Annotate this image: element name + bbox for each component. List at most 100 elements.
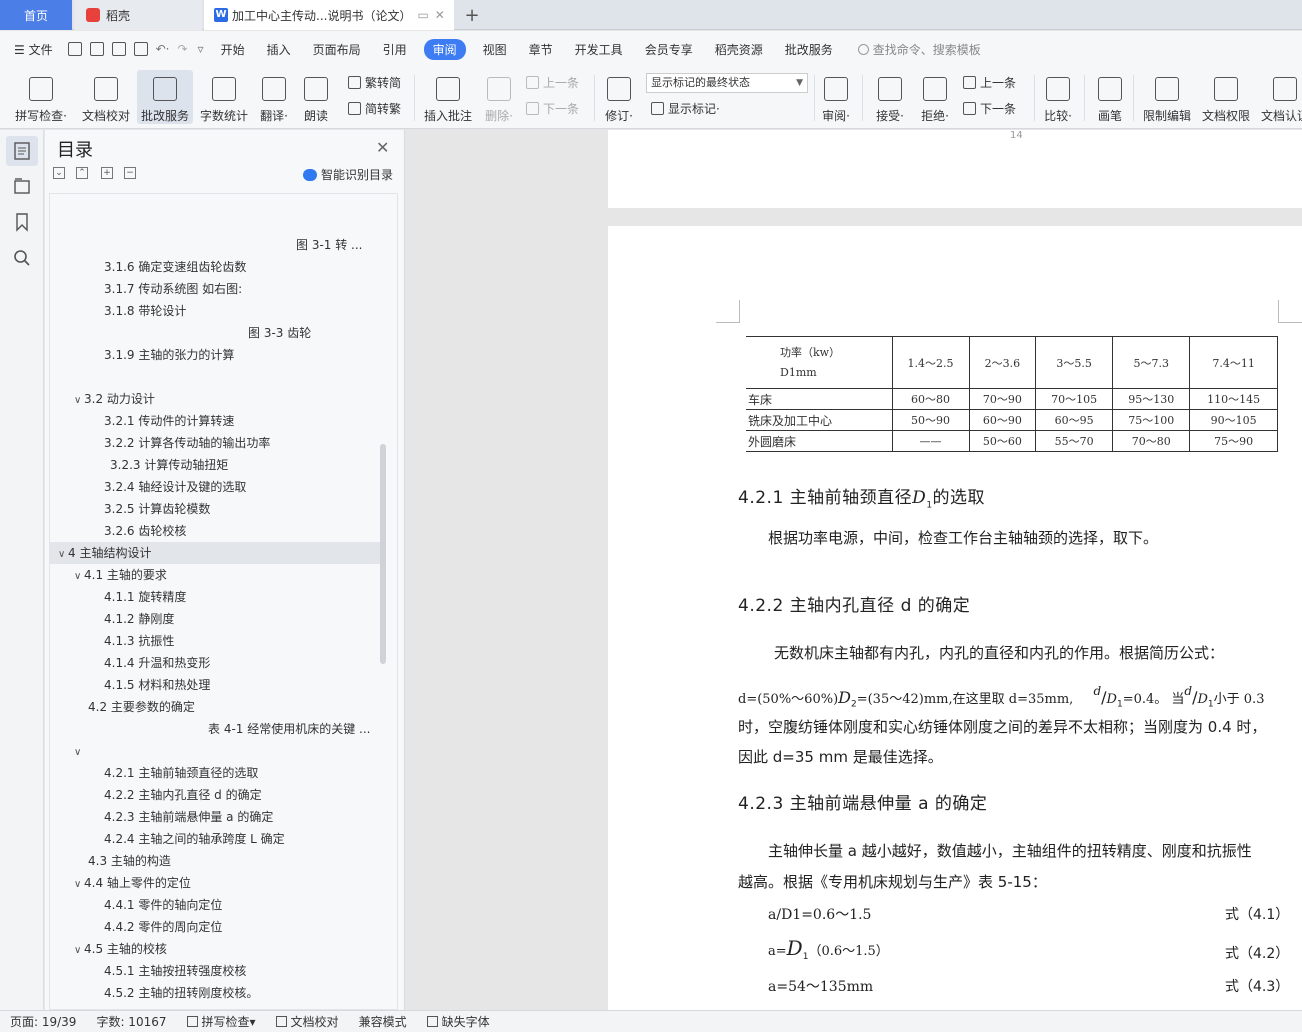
doc-check-status[interactable]: 文档校对: [266, 1013, 349, 1030]
document-canvas[interactable]: 14 功率（kw） D1mm 1.4～2.5 2～3.6 3～5.5 5～7.3 …: [405, 130, 1302, 1010]
toc-item[interactable]: ∨ 4.5 主轴的校核: [50, 938, 380, 960]
new-tab-button[interactable]: +: [458, 0, 486, 30]
command-search[interactable]: 查找命令、搜索模板: [857, 41, 981, 58]
current-page[interactable]: 功率（kw） D1mm 1.4～2.5 2～3.6 3～5.5 5～7.3 7.4…: [608, 226, 1302, 1010]
spell-check-status[interactable]: 拼写检查 ▾: [177, 1013, 266, 1030]
toc-item[interactable]: 4.1.1 旋转精度: [50, 586, 380, 608]
toc-item[interactable]: 4.1.4 升温和热变形: [50, 652, 380, 674]
prev-comment-button[interactable]: 上一条: [526, 74, 579, 91]
toc-item[interactable]: 3.2.3 计算传动轴扭矩: [50, 454, 380, 476]
export-icon[interactable]: [89, 42, 104, 56]
chevron-down-icon[interactable]: ∨: [74, 874, 84, 894]
trad-to-simp-button[interactable]: 繁转简: [348, 74, 401, 91]
preview-icon[interactable]: [133, 42, 148, 56]
toc-item[interactable]: ∨ 3.2 动力设计: [50, 388, 380, 410]
toc-item[interactable]: 3.1.8 带轮设计: [50, 300, 380, 322]
toc-item[interactable]: 4.5.1 主轴按扭转强度校核: [50, 960, 380, 982]
restrict-editing-button[interactable]: 限制编辑: [1141, 70, 1193, 124]
toc-item[interactable]: 4.1.5 材料和热处理: [50, 674, 380, 696]
accept-button[interactable]: 接受·: [872, 70, 908, 124]
track-changes-button[interactable]: 修订·: [601, 70, 637, 124]
page-indicator[interactable]: 页面: 19/39: [0, 1013, 86, 1030]
spell-check-button[interactable]: 拼写检查·: [10, 70, 72, 124]
toc-item[interactable]: 3.2.6 齿轮校核: [50, 520, 380, 542]
search-icon[interactable]: [12, 248, 32, 268]
undo-icon[interactable]: ↶·: [152, 42, 174, 56]
read-aloud-button[interactable]: 朗读: [299, 70, 333, 124]
compare-button[interactable]: 比较·: [1040, 70, 1076, 124]
toc-item[interactable]: 4.4.2 零件的周向定位: [50, 916, 380, 938]
insert-comment-button[interactable]: 插入批注: [423, 70, 473, 124]
menu-item-10[interactable]: 批改服务: [774, 41, 844, 58]
next-comment-button[interactable]: 下一条: [526, 100, 579, 117]
pin-icon[interactable]: ▭: [417, 8, 428, 22]
toc-item[interactable]: ∨: [50, 740, 380, 762]
toc-item[interactable]: ∨ 4.4 轴上零件的定位: [50, 872, 380, 894]
toc-item[interactable]: 表 4-1 经常使用机床的关键 ...: [50, 718, 380, 740]
toc-item[interactable]: 4.5.2 主轴的扭转刚度校核。: [50, 982, 380, 1004]
missing-font[interactable]: 缺失字体: [417, 1013, 500, 1030]
redo-icon[interactable]: ↷: [173, 42, 191, 56]
chapter-nav-icon[interactable]: [12, 176, 32, 196]
toc-item[interactable]: 4.1.3 抗振性: [50, 630, 380, 652]
chevron-down-icon[interactable]: ∨: [74, 742, 84, 762]
save-icon[interactable]: [67, 42, 82, 56]
toc-item[interactable]: 4.1.2 静刚度: [50, 608, 380, 630]
toc-item[interactable]: 3.2.1 传动件的计算转速: [50, 410, 380, 432]
menu-item-8[interactable]: 会员专享: [634, 41, 704, 58]
menu-item-4[interactable]: 审阅: [423, 38, 466, 60]
simp-to-trad-button[interactable]: 简转繁: [348, 100, 401, 117]
toc-icon[interactable]: [12, 141, 32, 161]
chevron-down-icon[interactable]: ∨: [74, 390, 84, 410]
toc-item[interactable]: 3.2.2 计算各传动轴的输出功率: [50, 432, 380, 454]
close-tab-icon[interactable]: ✕: [435, 8, 445, 22]
bookmark-icon[interactable]: [12, 212, 32, 232]
reject-button[interactable]: 拒绝·: [917, 70, 953, 124]
tab-home[interactable]: 首页: [0, 0, 72, 30]
toc-item[interactable]: 4.2.2 主轴内孔直径 d 的确定: [50, 784, 380, 806]
toc-item[interactable]: 4.2.4 主轴之间的轴承跨度 L 确定: [50, 828, 380, 850]
smart-toc-button[interactable]: 智能识别目录: [303, 166, 393, 183]
markup-state-select[interactable]: 显示标记的最终状态 ▼: [646, 73, 808, 93]
toc-scrollbar[interactable]: [380, 444, 386, 664]
delete-comment-button[interactable]: 删除·: [481, 70, 517, 124]
toc-item[interactable]: 4.3 主轴的构造: [50, 850, 380, 872]
menu-item-7[interactable]: 开发工具: [564, 41, 634, 58]
menu-item-1[interactable]: 插入: [256, 41, 302, 58]
menu-file[interactable]: ☰ 文件: [0, 41, 64, 58]
menu-item-0[interactable]: 开始: [210, 41, 256, 58]
toc-item[interactable]: [50, 366, 380, 388]
toc-item[interactable]: 4.4.1 零件的轴向定位: [50, 894, 380, 916]
menu-item-9[interactable]: 稻壳资源: [704, 41, 774, 58]
close-icon[interactable]: ✕: [376, 138, 389, 157]
toc-item[interactable]: 3.2.4 轴经设计及键的选取: [50, 476, 380, 498]
translate-button[interactable]: 翻译·: [256, 70, 292, 124]
toc-item[interactable]: 3.2.5 计算齿轮模数: [50, 498, 380, 520]
menu-item-6[interactable]: 章节: [518, 41, 564, 58]
doc-cert-button[interactable]: 文档认证: [1259, 70, 1302, 124]
menu-item-5[interactable]: 视图: [472, 41, 518, 58]
toc-item[interactable]: 图 3-1 转 ...: [50, 234, 380, 256]
toc-item[interactable]: 3.1.6 确定变速组齿轮齿数: [50, 256, 380, 278]
add-level-icon[interactable]: +: [101, 167, 113, 179]
chevron-down-icon[interactable]: ∨: [74, 566, 84, 586]
toc-item[interactable]: 4.2.3 主轴前端悬伸量 a 的确定: [50, 806, 380, 828]
tab-document[interactable]: W 加工中心主传动...说明书（论文） ▭ ✕: [204, 0, 454, 30]
chevron-down-icon[interactable]: ∨: [58, 544, 68, 564]
expand-down-icon[interactable]: ⌄: [53, 167, 65, 179]
chevron-down-icon[interactable]: ∨: [74, 940, 84, 960]
quick-access-dropdown-icon[interactable]: ▿: [192, 42, 210, 56]
toc-item[interactable]: ∨ 4 主轴结构设计: [50, 542, 380, 564]
toc-item[interactable]: 4.2 主要参数的确定: [50, 696, 380, 718]
toc-item[interactable]: ∨ 4.1 主轴的要求: [50, 564, 380, 586]
word-count-button[interactable]: 字数统计: [197, 70, 251, 124]
toc-item[interactable]: 3.1.9 主轴的张力的计算: [50, 344, 380, 366]
toc-item[interactable]: 4.2.1 主轴前轴颈直径的选取: [50, 762, 380, 784]
doc-rights-button[interactable]: 文档权限: [1200, 70, 1252, 124]
toc-item[interactable]: 3.1.7 传动系统图 如右图:: [50, 278, 380, 300]
correction-service-button[interactable]: 批改服务: [137, 70, 193, 124]
remove-level-icon[interactable]: −: [124, 167, 136, 179]
print-icon[interactable]: [111, 42, 126, 56]
menu-item-3[interactable]: 引用: [372, 41, 418, 58]
menu-item-2[interactable]: 页面布局: [302, 41, 372, 58]
